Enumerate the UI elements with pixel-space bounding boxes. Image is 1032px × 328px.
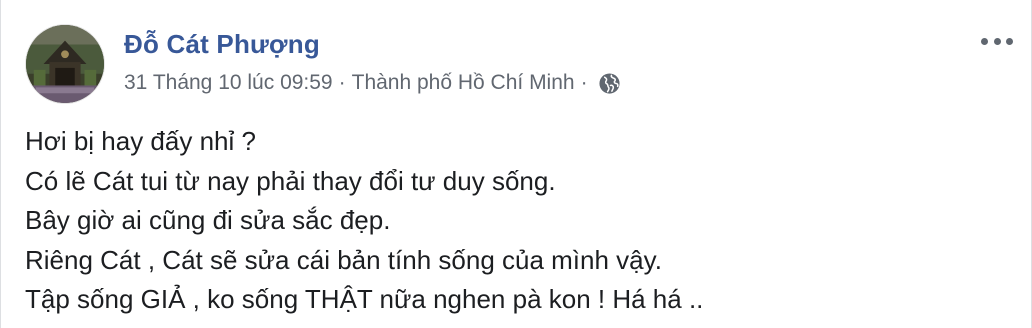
dot-icon (1006, 37, 1013, 45)
avatar[interactable] (25, 24, 105, 104)
post-body: Hơi bị hay đấy nhỉ ? Có lẽ Cát tui từ na… (25, 122, 703, 320)
author-name[interactable]: Đỗ Cát Phượng (124, 29, 320, 60)
post-meta: 31 Tháng 10 lúc 09:59 · Thành phố Hồ Chí… (124, 70, 621, 96)
post-text-line: Có lẽ Cát tui từ nay phải thay đổi tư du… (25, 165, 556, 196)
post-text-line: Hơi bị hay đấy nhỉ ? (25, 126, 256, 156)
dot-icon (993, 37, 1001, 45)
post-timestamp[interactable]: 31 Tháng 10 lúc 09:59 (124, 71, 333, 95)
post-location[interactable]: Thành phố Hồ Chí Minh (352, 71, 575, 95)
meta-separator: · (338, 71, 346, 94)
post-text-line: Riêng Cát , Cát sẽ sửa cái bản tính sống… (25, 244, 662, 275)
dot-icon (981, 37, 988, 45)
more-options-button[interactable] (981, 34, 1013, 48)
post-text-line: Bây giờ ai cũng đi sửa sắc đẹp. (25, 205, 391, 235)
avatar-image (26, 25, 104, 103)
meta-separator: · (580, 71, 588, 94)
facebook-post: Đỗ Cát Phượng 31 Tháng 10 lúc 09:59 · Th… (0, 0, 1032, 328)
post-text-line: Tập sống GIẢ , ko sống THẬT nữa nghen pà… (25, 284, 704, 314)
globe-icon[interactable] (598, 72, 621, 95)
